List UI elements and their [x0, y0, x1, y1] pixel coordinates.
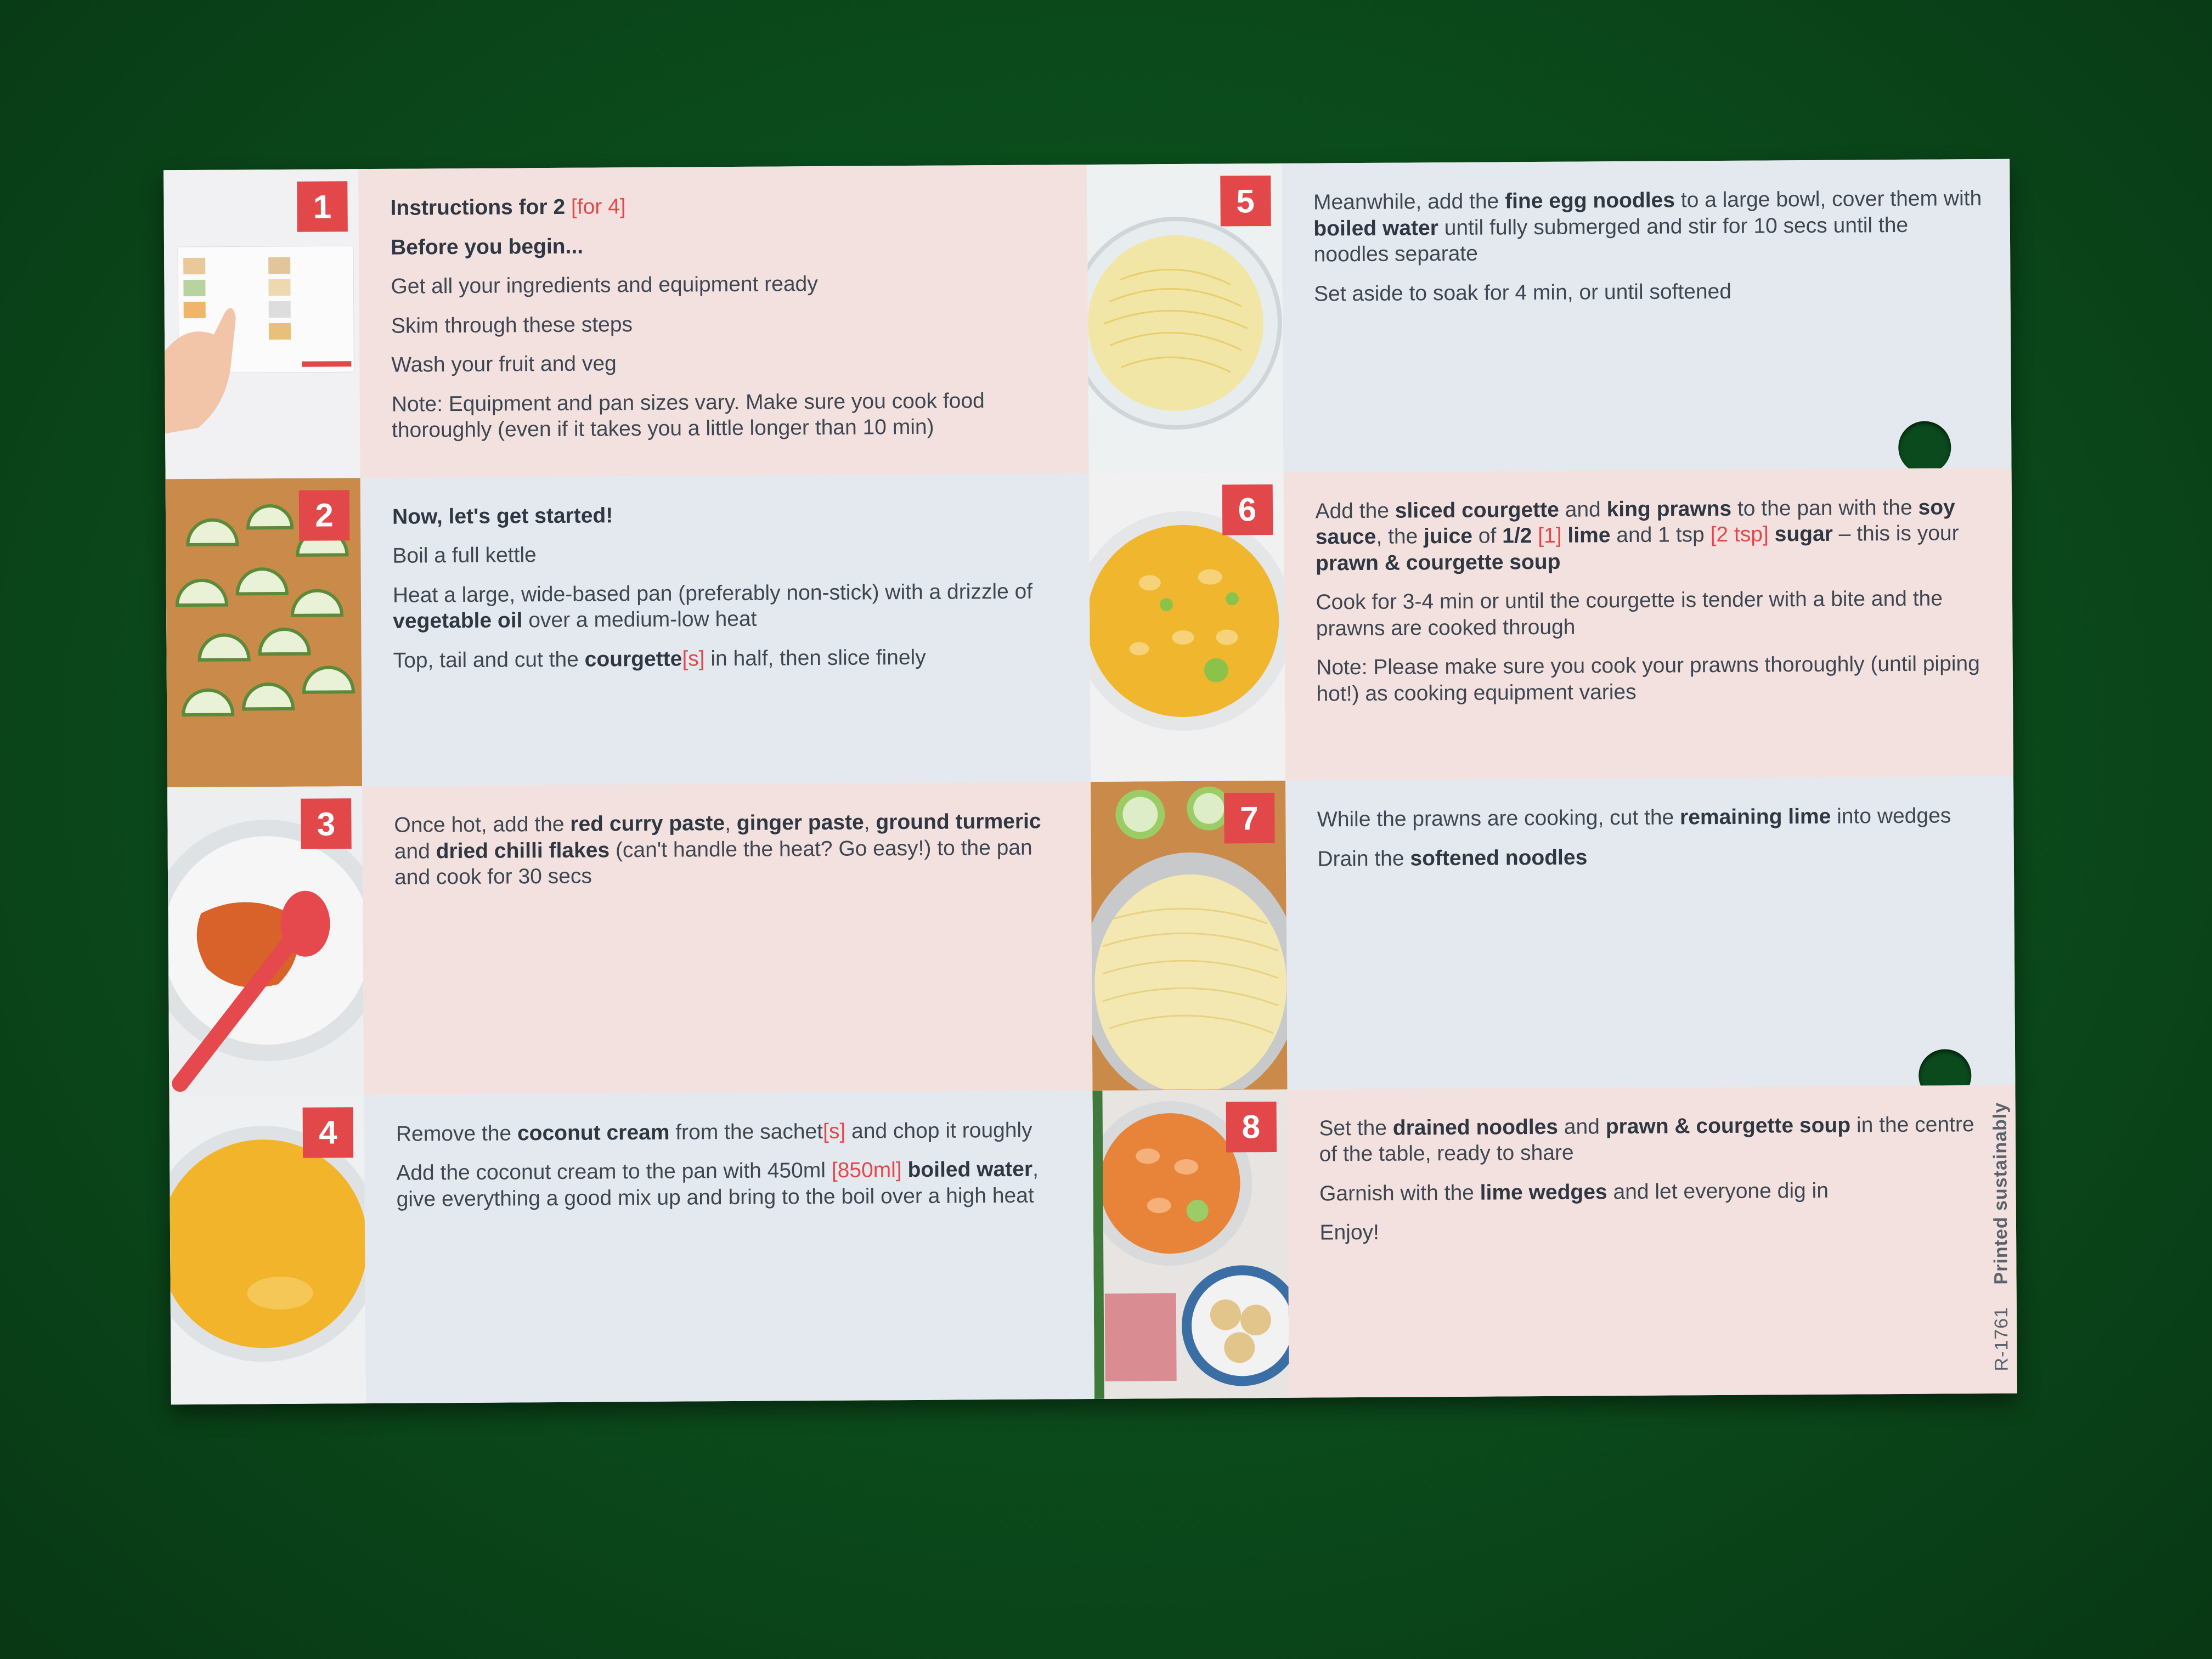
step-3-line: Once hot, add the red curry paste, ginge…	[394, 809, 1041, 889]
step-7-line: While the prawns are cooking, cut the re…	[1317, 804, 1951, 832]
step-1-line: Get all your ingredients and equipment r…	[391, 272, 818, 298]
step-2-line: Heat a large, wide-based pan (preferably…	[392, 579, 1033, 633]
step-number-8: 8	[1226, 1101, 1277, 1153]
recipe-card: 1 Instructions for 2 [for 4] Before you …	[163, 159, 2017, 1405]
step-7-line: Drain the softened noodles	[1317, 845, 1588, 871]
step-1-note: Note: Equipment and pan sizes vary. Make…	[391, 389, 985, 443]
step-4-photo: 4	[169, 1094, 366, 1405]
step-2-photo: 2	[165, 477, 363, 788]
step-8: 8 Set the drained noodles and prawn & co…	[1092, 1085, 2017, 1399]
card-footer-vertical: R-1761 Printed sustainably	[1990, 1102, 2013, 1372]
step-6: 6 Add the sliced courgette and king praw…	[1088, 467, 2013, 782]
punch-hole	[1898, 420, 1951, 473]
step-4-line: Add the coconut cream to the pan with 45…	[396, 1157, 1039, 1211]
step-2-line: Now, let's get started!	[392, 503, 613, 529]
step-3-photo: 3	[167, 786, 364, 1096]
step-1-photo: 1	[163, 169, 360, 479]
step-2: 2 Now, let's get started! Boil a full ke…	[165, 473, 1091, 788]
step-8-line: Enjoy!	[1319, 1221, 1380, 1245]
step-8-text: Set the drained noodles and prawn & cour…	[1287, 1085, 2017, 1398]
step-8-line: Garnish with the lime wedges and let eve…	[1319, 1178, 1829, 1206]
step-1-line: Wash your fruit and veg	[391, 352, 617, 377]
step-3: 3 Once hot, add the red curry paste, gin…	[167, 782, 1092, 1096]
step-number-7: 7	[1223, 792, 1275, 844]
step-8-photo: 8	[1092, 1089, 1289, 1399]
step-5-photo: 5	[1086, 163, 1284, 473]
step-2-line: Boil a full kettle	[392, 543, 537, 568]
step-2-line: Top, tail and cut the courgette[s] in ha…	[393, 645, 926, 673]
step-number-2: 2	[298, 489, 350, 541]
step-6-line: Add the sliced courgette and king prawns…	[1315, 495, 1959, 575]
instructions-for-line: Instructions for 2 [for 4]	[390, 195, 626, 220]
step-4-line: Remove the coconut cream from the sachet…	[396, 1118, 1032, 1146]
step-2-text: Now, let's get started! Boil a full kett…	[360, 473, 1091, 787]
step-5-line: Meanwhile, add the fine egg noodles to a…	[1313, 187, 1982, 267]
step-number-4: 4	[302, 1107, 354, 1158]
step-6-note: Note: Please make sure you cook your pra…	[1316, 652, 1980, 706]
step-8-line: Set the drained noodles and prawn & cour…	[1319, 1112, 1974, 1166]
step-1-line: Skim through these steps	[391, 312, 633, 338]
step-number-3: 3	[301, 798, 352, 849]
step-5-text: Meanwhile, add the fine egg noodles to a…	[1282, 159, 2012, 472]
before-you-begin: Before you begin...	[390, 234, 584, 259]
step-4: 4 Remove the coconut cream from the sach…	[169, 1090, 1094, 1405]
step-5-line: Set aside to soak for 4 min, or until so…	[1313, 279, 1732, 306]
step-number-6: 6	[1222, 484, 1273, 535]
step-4-text: Remove the coconut cream from the sachet…	[364, 1090, 1094, 1403]
step-1: 1 Instructions for 2 [for 4] Before you …	[163, 165, 1089, 479]
step-7-text: While the prawns are cooking, cut the re…	[1285, 776, 2015, 1090]
step-6-line: Cook for 3-4 min or until the courgette …	[1316, 586, 1943, 641]
step-3-text: Once hot, add the red curry paste, ginge…	[362, 782, 1092, 1095]
step-7-photo: 7	[1090, 780, 1287, 1091]
card-code: R-1761	[1990, 1307, 2012, 1372]
step-1-text: Instructions for 2 [for 4] Before you be…	[358, 165, 1088, 478]
step-number-5: 5	[1220, 175, 1271, 227]
step-5: 5 Meanwhile, add the fine egg noodles to…	[1086, 159, 2012, 473]
step-number-1: 1	[297, 181, 348, 232]
step-7: 7 While the prawns are cooking, cut the …	[1090, 776, 2016, 1091]
step-6-photo: 6	[1088, 472, 1285, 782]
step-6-text: Add the sliced courgette and king prawns…	[1283, 467, 2013, 781]
printed-sustainably: Printed sustainably	[1989, 1102, 2012, 1285]
